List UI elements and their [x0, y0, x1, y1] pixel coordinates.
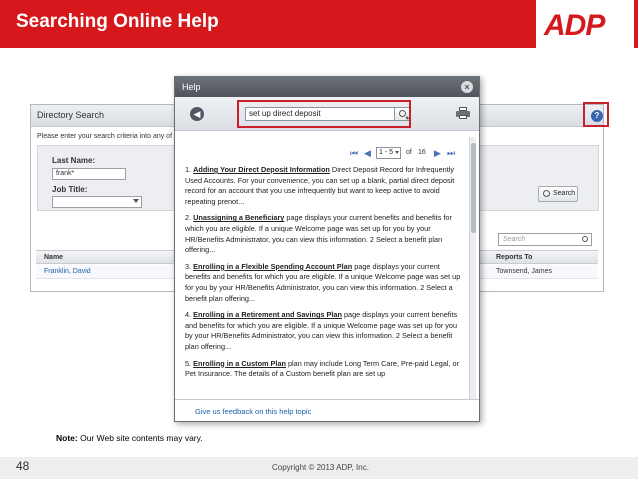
page-range-value: 1 - 5 — [379, 149, 394, 156]
help-results-list: 1. Adding Your Direct Deposit Informatio… — [185, 165, 465, 386]
job-title-select[interactable] — [52, 196, 142, 208]
result-number: 3. — [185, 261, 192, 271]
last-name-label: Last Name: — [52, 156, 96, 165]
next-page-icon[interactable]: ▶ — [434, 149, 441, 158]
last-page-icon[interactable]: ⏭ — [447, 149, 455, 158]
page-number: 48 — [16, 459, 30, 473]
result-number: 2. — [185, 213, 192, 223]
note-text: Our Web site contents may vary. — [77, 433, 203, 443]
chevron-down-icon — [133, 199, 139, 203]
pager-total-pages: 16 — [418, 149, 426, 156]
list-item: 3. Enrolling in a Flexible Spending Acco… — [185, 262, 465, 304]
grid-search-placeholder: Search — [503, 236, 526, 243]
back-arrow-icon[interactable]: ◀ — [190, 107, 204, 121]
page-range-select[interactable]: 1 - 5 — [376, 147, 401, 159]
reports-to-value: Townsend, James — [496, 268, 553, 275]
result-title-link[interactable]: Unassigning a Beneficiary — [193, 213, 284, 222]
list-item: 5. Enrolling in a Custom Plan plan may i… — [185, 359, 465, 380]
pager-of-label: of — [406, 149, 412, 156]
copyright-text: Copyright © 2013 ADP, Inc. — [272, 463, 369, 472]
search-icon — [543, 190, 550, 197]
result-title-link[interactable]: Enrolling in a Custom Plan — [193, 359, 286, 368]
adp-logo-text: ADP — [544, 9, 605, 42]
directory-prompt: Please enter your search criteria into a… — [37, 133, 173, 140]
list-item: 1. Adding Your Direct Deposit Informatio… — [185, 165, 465, 207]
previous-page-icon[interactable]: ◀ — [364, 149, 371, 158]
scrollbar-thumb[interactable] — [471, 143, 476, 233]
list-item: 4. Enrolling in a Retirement and Savings… — [185, 310, 465, 352]
help-title: Help — [182, 82, 201, 92]
result-number: 1. — [185, 165, 192, 174]
result-title-link[interactable]: Enrolling in a Retirement and Savings Pl… — [193, 310, 342, 319]
column-header-reports-to[interactable]: Reports To — [496, 254, 532, 261]
job-title-label: Job Title: — [52, 185, 88, 194]
adp-logo: ADP — [536, 0, 634, 56]
last-name-input[interactable]: frank* — [52, 168, 126, 180]
chevron-down-icon — [395, 151, 399, 154]
search-icon — [582, 236, 588, 242]
employee-name-link[interactable]: Franklin, David — [44, 268, 91, 275]
results-pager: ⏮ ◀ 1 - 5 of 16 ▶ ⏭ — [350, 147, 460, 161]
result-title-link[interactable]: Adding Your Direct Deposit Information — [193, 165, 330, 174]
help-scrollbar[interactable] — [469, 137, 476, 399]
slide-title: Searching Online Help — [16, 11, 219, 32]
help-titlebar: Help × — [175, 77, 479, 97]
search-button-label: Search — [553, 190, 576, 197]
result-number: 4. — [185, 310, 192, 320]
result-number: 5. — [185, 358, 192, 368]
directory-search-button[interactable]: Search — [538, 186, 578, 202]
help-icon-highlight — [583, 102, 609, 127]
help-footer: Give us feedback on this help topic — [175, 399, 479, 421]
first-page-icon[interactable]: ⏮ — [350, 149, 358, 158]
directory-title: Directory Search — [37, 110, 105, 120]
grid-search-input[interactable]: Search — [498, 233, 592, 246]
print-icon[interactable] — [456, 107, 470, 119]
result-title-link[interactable]: Enrolling in a Flexible Spending Account… — [193, 262, 352, 271]
slide-note: Note: Our Web site contents may vary. — [56, 433, 203, 443]
help-search-highlight — [237, 100, 411, 128]
feedback-link[interactable]: Give us feedback on this help topic — [195, 407, 311, 416]
column-header-name[interactable]: Name — [44, 254, 63, 261]
note-label: Note: — [56, 433, 78, 443]
list-item: 2. Unassigning a Beneficiary page displa… — [185, 213, 465, 255]
slide-header: Searching Online Help ADP — [0, 0, 638, 56]
close-icon[interactable]: × — [461, 81, 473, 93]
